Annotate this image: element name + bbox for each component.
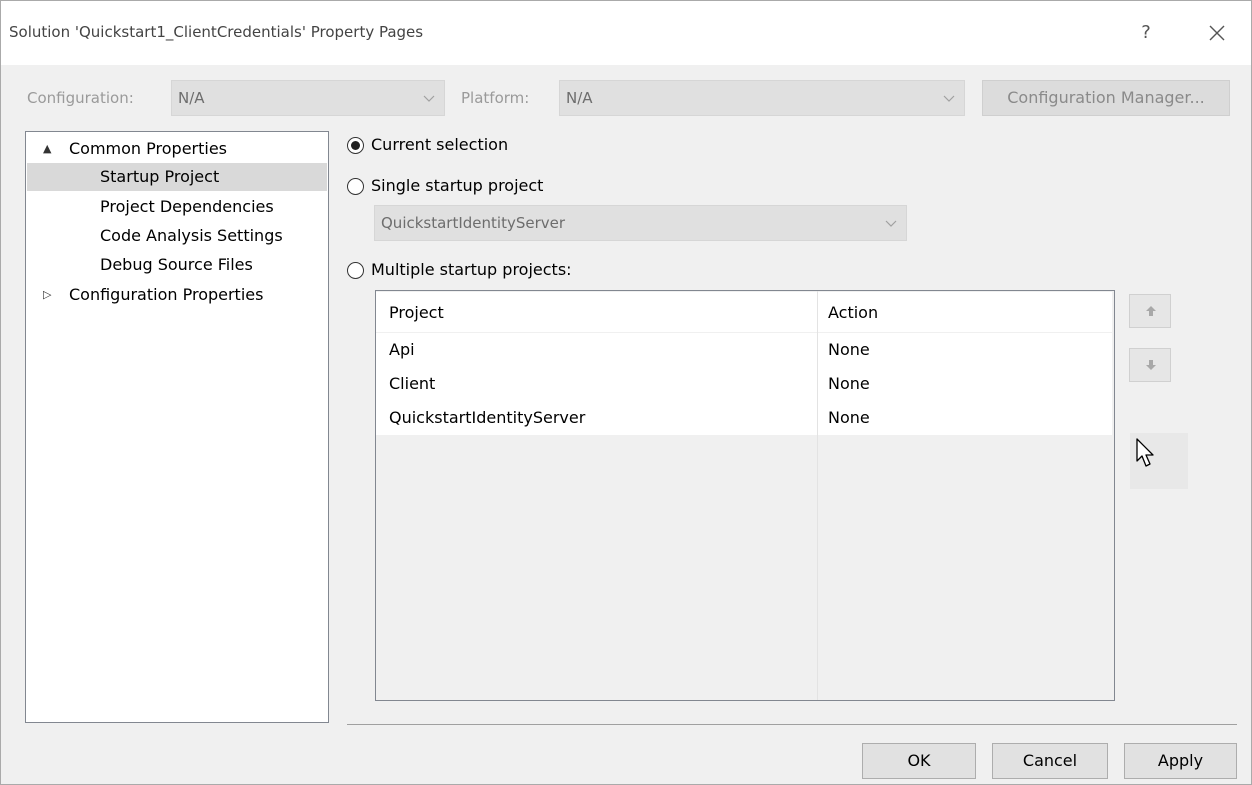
tree-item-label: Startup Project: [100, 167, 220, 186]
column-header-project[interactable]: Project: [389, 303, 444, 322]
property-tree: ▲ Common Properties Startup Project Proj…: [25, 131, 329, 723]
close-button[interactable]: [1197, 17, 1237, 49]
project-cell[interactable]: Api: [389, 340, 415, 359]
chevron-down-icon: [884, 215, 898, 234]
expanded-arrow-icon[interactable]: ▲: [43, 135, 51, 163]
ok-button[interactable]: OK: [862, 743, 976, 779]
apply-button[interactable]: Apply: [1124, 743, 1237, 779]
cell-divider: [817, 401, 818, 435]
multiple-startup-radio[interactable]: Multiple startup projects:: [347, 259, 647, 281]
table-row[interactable]: Client None: [376, 367, 1112, 401]
platform-label: Platform:: [461, 89, 530, 107]
tree-item-startup-project[interactable]: Startup Project: [27, 163, 327, 191]
tree-item-label: Code Analysis Settings: [100, 226, 283, 245]
action-cell[interactable]: None: [828, 340, 870, 359]
platform-value: N/A: [566, 89, 593, 107]
multiple-startup-label: Multiple startup projects:: [371, 260, 572, 279]
tree-item-common-properties[interactable]: ▲ Common Properties: [27, 135, 327, 163]
single-startup-radio[interactable]: Single startup project: [347, 175, 647, 197]
move-down-button[interactable]: [1129, 348, 1171, 382]
project-cell[interactable]: QuickstartIdentityServer: [389, 408, 585, 427]
arrow-down-icon: [1146, 360, 1156, 370]
cursor-area: [1130, 433, 1188, 489]
header-divider: [817, 292, 818, 332]
table-row[interactable]: QuickstartIdentityServer None: [376, 401, 1112, 435]
action-cell[interactable]: None: [828, 408, 870, 427]
current-selection-label: Current selection: [371, 135, 509, 154]
table-row[interactable]: Api None: [376, 333, 1112, 367]
tree-item-label: Common Properties: [69, 139, 228, 158]
cell-divider: [817, 367, 818, 401]
tree-item-code-analysis-settings[interactable]: Code Analysis Settings: [27, 222, 327, 250]
collapsed-arrow-icon[interactable]: ▷: [43, 281, 51, 309]
move-up-button[interactable]: [1129, 294, 1171, 328]
tree-item-label: Configuration Properties: [69, 285, 264, 304]
chevron-down-icon: [942, 90, 956, 109]
single-startup-label: Single startup project: [371, 176, 544, 195]
single-startup-project-combo[interactable]: QuickstartIdentityServer: [374, 205, 907, 241]
chevron-down-icon: [422, 90, 436, 109]
platform-combo[interactable]: N/A: [559, 80, 965, 116]
configuration-combo[interactable]: N/A: [171, 80, 445, 116]
column-header-action[interactable]: Action: [828, 303, 878, 322]
grid-header-row: Project Action: [376, 292, 1112, 332]
radio-unchecked-indicator[interactable]: [347, 178, 364, 195]
tree-item-project-dependencies[interactable]: Project Dependencies: [27, 193, 327, 221]
single-startup-project-value: QuickstartIdentityServer: [381, 214, 566, 232]
current-selection-radio[interactable]: Current selection: [347, 134, 647, 156]
close-icon: [1209, 25, 1225, 41]
tree-item-label: Project Dependencies: [100, 197, 274, 216]
tree-item-label: Debug Source Files: [100, 255, 253, 274]
cell-divider: [817, 333, 818, 367]
window-title: Solution 'Quickstart1_ClientCredentials'…: [9, 23, 424, 41]
help-button[interactable]: ?: [1126, 17, 1166, 49]
configuration-value: N/A: [178, 89, 205, 107]
project-cell[interactable]: Client: [389, 374, 435, 393]
radio-unchecked-indicator[interactable]: [347, 262, 364, 279]
footer-separator: [347, 724, 1237, 725]
tree-item-debug-source-files[interactable]: Debug Source Files: [27, 251, 327, 279]
configuration-manager-button[interactable]: Configuration Manager...: [982, 80, 1230, 116]
startup-projects-grid: Project Action Api None Client None Quic…: [375, 290, 1115, 701]
radio-checked-indicator[interactable]: [347, 137, 364, 154]
mouse-pointer-icon: [1136, 438, 1154, 467]
title-bar: Solution 'Quickstart1_ClientCredentials'…: [1, 1, 1251, 65]
tree-item-configuration-properties[interactable]: ▷ Configuration Properties: [27, 281, 327, 309]
property-pages-dialog: Solution 'Quickstart1_ClientCredentials'…: [0, 0, 1252, 785]
cancel-button[interactable]: Cancel: [992, 743, 1108, 779]
action-cell[interactable]: None: [828, 374, 870, 393]
configuration-label: Configuration:: [27, 89, 134, 107]
arrow-up-icon: [1146, 306, 1156, 316]
